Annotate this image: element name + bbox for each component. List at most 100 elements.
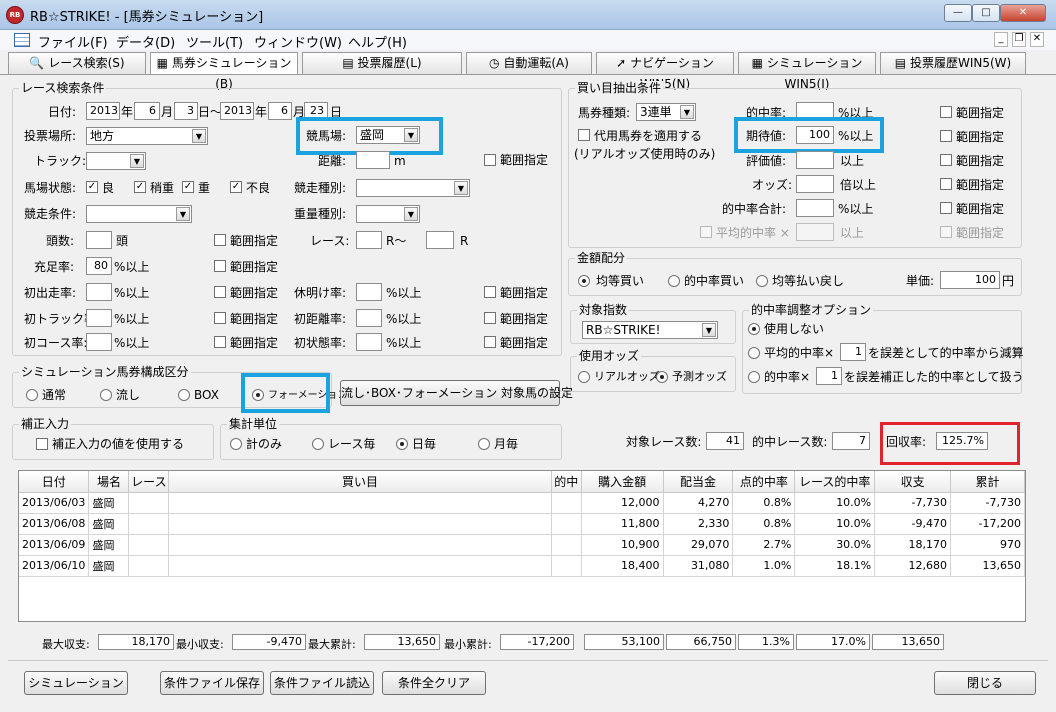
venue-select[interactable]: 地方 ▼: [86, 127, 208, 145]
ftrack-input[interactable]: [86, 309, 112, 327]
hit-sum-range-checkbox[interactable]: [940, 202, 952, 214]
close-button[interactable]: ✕: [1000, 4, 1046, 22]
from-year-input[interactable]: 2013: [86, 102, 120, 120]
first-range-checkbox[interactable]: [214, 286, 226, 298]
col-hit[interactable]: 的中: [551, 471, 582, 493]
rest-range-checkbox[interactable]: [484, 286, 496, 298]
normal-radio[interactable]: [26, 389, 38, 401]
eval-input[interactable]: [796, 151, 834, 169]
adjust-none-radio[interactable]: [748, 323, 760, 335]
avg-hit-range-checkbox[interactable]: [940, 226, 952, 238]
avg-hit-checkbox[interactable]: [700, 226, 712, 238]
hit-rate-range-checkbox[interactable]: [940, 106, 952, 118]
cond-yielding-checkbox[interactable]: ✓: [134, 181, 146, 193]
maximize-button[interactable]: □: [972, 4, 1000, 22]
per-race-radio[interactable]: [312, 438, 324, 450]
tab-auto-run[interactable]: ◷ 自動運転(A): [466, 52, 592, 74]
table-row[interactable]: 2013/06/09 盛岡 10,900 29,070 2.7% 30.0% 18,170 9…: [19, 534, 1025, 556]
minimize-button[interactable]: —: [944, 4, 972, 22]
real-odds-radio[interactable]: [578, 371, 590, 383]
adjust-avg-input[interactable]: 1: [840, 343, 866, 361]
clear-conditions-button[interactable]: 条件全クリア: [382, 671, 486, 695]
adjust-avg-radio[interactable]: [748, 347, 760, 359]
inner-close-button[interactable]: ✕: [1030, 32, 1044, 47]
cond-good-checkbox[interactable]: ✓: [86, 181, 98, 193]
race-kind-select[interactable]: ▼: [356, 179, 470, 197]
tab-vote-history-win5[interactable]: ▤ 投票履歴WIN5(W): [880, 52, 1026, 74]
col-race-hit-rate[interactable]: レース的中率: [794, 471, 876, 493]
substitute-checkbox[interactable]: [578, 129, 590, 141]
race-cond-select[interactable]: ▼: [86, 205, 192, 223]
menu-help[interactable]: ヘルプ(H): [348, 32, 407, 51]
distance-range-checkbox[interactable]: [484, 154, 496, 166]
col-purchase[interactable]: 購入金額: [581, 471, 664, 493]
col-cumulative[interactable]: 累計: [950, 471, 1025, 493]
table-row[interactable]: 2013/06/08 盛岡 11,800 2,330 0.8% 10.0% -9,470 -1…: [19, 513, 1025, 535]
race-from-input[interactable]: [356, 231, 382, 249]
menu-window[interactable]: ウィンドウ(W): [254, 32, 342, 51]
avg-hit-input[interactable]: [796, 223, 834, 241]
inner-minimize-button[interactable]: _: [994, 32, 1008, 47]
adjust-hit-radio[interactable]: [748, 371, 760, 383]
menu-data[interactable]: データ(D): [116, 32, 175, 51]
table-row[interactable]: 2013/06/03 盛岡 12,000 4,270 0.8% 10.0% -7,730 -7…: [19, 492, 1025, 514]
tab-navigation-win5[interactable]: ➚ ナビゲーションWIN5(N): [596, 52, 734, 91]
to-month-input[interactable]: 6: [268, 102, 292, 120]
odds-input[interactable]: [796, 175, 834, 193]
menu-file[interactable]: ファイル(F): [38, 32, 108, 51]
tab-vote-history[interactable]: ▤ 投票履歴(L): [302, 52, 462, 74]
box-radio[interactable]: [178, 389, 190, 401]
adjust-hit-input[interactable]: 1: [816, 367, 842, 385]
track-select[interactable]: ▼: [86, 152, 146, 170]
fdist-input[interactable]: [356, 309, 382, 327]
col-venue[interactable]: 場名: [88, 471, 130, 493]
fill-input[interactable]: 80: [86, 257, 112, 275]
bet-type-select[interactable]: 3連単 ▼: [636, 103, 696, 121]
fcourse-input[interactable]: [86, 333, 112, 351]
tab-betting-simulation[interactable]: ▦ 馬券シミュレーション(B): [150, 52, 298, 91]
col-race[interactable]: レース: [128, 471, 170, 493]
fform-range-checkbox[interactable]: [484, 336, 496, 348]
tab-simulation-win5[interactable]: ▦ シミュレーションWIN5(I): [738, 52, 876, 91]
fdist-range-checkbox[interactable]: [484, 312, 496, 324]
col-income[interactable]: 収支: [874, 471, 951, 493]
rest-input[interactable]: [356, 283, 382, 301]
weight-select[interactable]: ▼: [356, 205, 420, 223]
simulate-button[interactable]: シミュレーション: [24, 671, 128, 695]
cond-bad-checkbox[interactable]: ✓: [230, 181, 242, 193]
ftrack-range-checkbox[interactable]: [214, 312, 226, 324]
close-button[interactable]: 閉じる: [934, 671, 1036, 695]
menu-tools[interactable]: ツール(T): [186, 32, 243, 51]
eval-range-checkbox[interactable]: [940, 154, 952, 166]
target-index-select[interactable]: RB☆STRIKE! ▼: [582, 321, 718, 339]
inner-restore-button[interactable]: ❐: [1012, 32, 1026, 47]
save-conditions-button[interactable]: 条件ファイル保存: [160, 671, 264, 695]
use-correction-checkbox[interactable]: [36, 438, 48, 450]
even-buy-radio[interactable]: [578, 275, 590, 287]
monthly-radio[interactable]: [478, 438, 490, 450]
col-point-hit-rate[interactable]: 点的中率: [732, 471, 796, 493]
hit-rate-buy-radio[interactable]: [668, 275, 680, 287]
cond-heavy-checkbox[interactable]: ✓: [182, 181, 194, 193]
col-date[interactable]: 日付: [19, 471, 90, 493]
odds-range-checkbox[interactable]: [940, 178, 952, 190]
expected-range-checkbox[interactable]: [940, 130, 952, 142]
from-day-input[interactable]: 3: [174, 102, 198, 120]
col-bets[interactable]: 買い目: [168, 471, 552, 493]
first-input[interactable]: [86, 283, 112, 301]
hit-sum-input[interactable]: [796, 199, 834, 217]
fcourse-range-checkbox[interactable]: [214, 336, 226, 348]
daily-radio[interactable]: [396, 438, 408, 450]
fform-input[interactable]: [356, 333, 382, 351]
table-row[interactable]: 2013/06/10 盛岡 18,400 31,080 1.0% 18.1% 12,680 1…: [19, 555, 1025, 577]
to-year-input[interactable]: 2013: [220, 102, 254, 120]
fill-range-checkbox[interactable]: [214, 260, 226, 272]
total-only-radio[interactable]: [230, 438, 242, 450]
heads-range-checkbox[interactable]: [214, 234, 226, 246]
unit-price-input[interactable]: 100: [940, 271, 1000, 289]
col-payout[interactable]: 配当金: [663, 471, 734, 493]
from-month-input[interactable]: 6: [134, 102, 160, 120]
even-return-radio[interactable]: [756, 275, 768, 287]
load-conditions-button[interactable]: 条件ファイル読込: [270, 671, 374, 695]
nagashi-radio[interactable]: [100, 389, 112, 401]
